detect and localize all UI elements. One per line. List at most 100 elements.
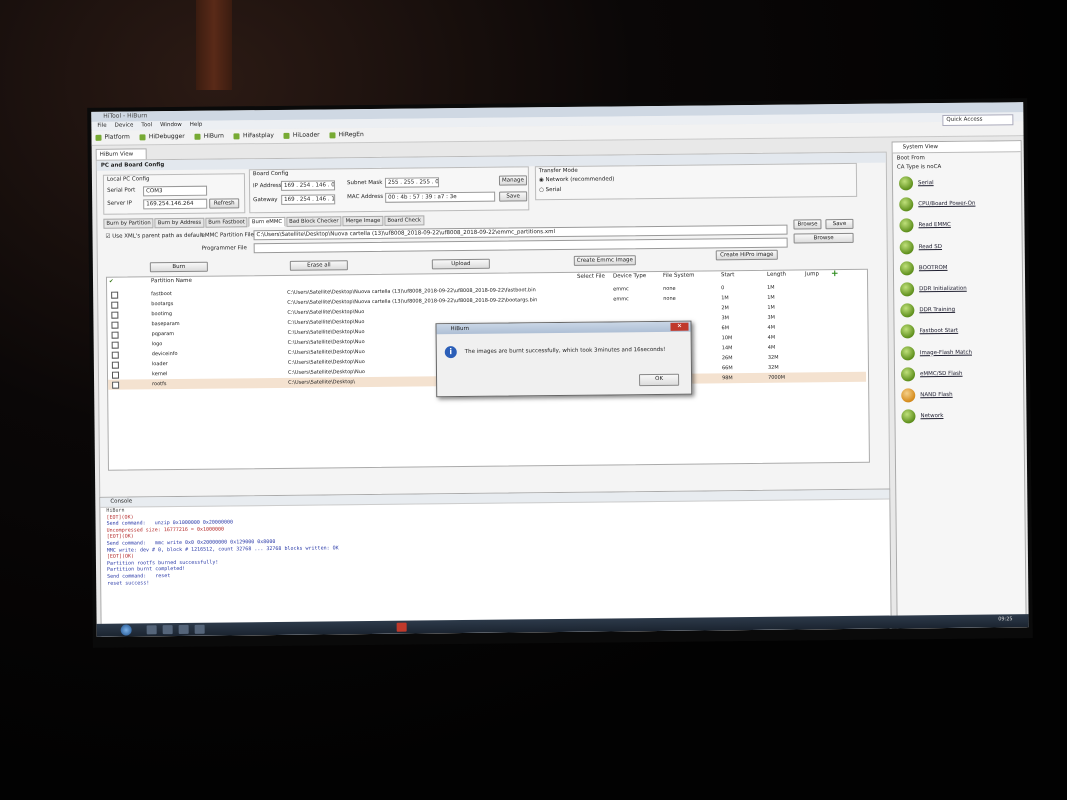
status-light-icon [899, 239, 914, 255]
tab-board-check[interactable]: Board Check [384, 215, 424, 226]
partition-file-label: eMMC Partition File [201, 232, 254, 239]
cell-name: pqparam [151, 331, 175, 338]
mac-label: MAC Address [347, 193, 384, 201]
row-checkbox[interactable] [111, 341, 119, 349]
tab-burn-by-address[interactable]: Burn by Address [154, 217, 205, 229]
boot-step[interactable]: DDR Training [900, 303, 955, 318]
close-icon[interactable]: ✕ [670, 322, 689, 331]
server-ip-select[interactable]: 169.254.146.264 [143, 198, 208, 210]
toolbar-button[interactable]: HiFastplay [233, 129, 274, 143]
taskbar-app-icon[interactable] [178, 624, 189, 635]
menu-item[interactable]: Tool [141, 122, 152, 128]
row-checkbox[interactable] [111, 291, 119, 299]
server-ip-label: Server IP [107, 200, 132, 207]
cell-name: loader [151, 361, 168, 368]
manage-button[interactable]: Manage [498, 175, 528, 186]
radio-network-label: Network (recommended) [545, 176, 615, 184]
create-emmc-image-button[interactable]: Create Emmc Image [573, 255, 636, 266]
radio-serial[interactable]: ○ Serial [539, 187, 561, 193]
quick-access-input[interactable]: Quick Access [942, 114, 1014, 126]
boot-step[interactable]: DDR Initialization [900, 282, 967, 297]
ok-button[interactable]: OK [639, 373, 680, 387]
cell-fs: none [663, 295, 676, 302]
select-all-check[interactable]: ✔ [109, 279, 114, 285]
col-start: Start [720, 272, 735, 279]
cell-name: kernel [151, 371, 168, 378]
taskbar-hiburn-icon[interactable] [396, 622, 407, 632]
boot-step-label: Read EMMC [918, 222, 951, 229]
tab-bad-block-checker[interactable]: Bad Block Checker [286, 216, 342, 227]
menu-item[interactable]: Help [190, 122, 203, 128]
start-button[interactable] [120, 624, 132, 636]
cell-start: 14M [721, 345, 733, 352]
boot-step[interactable]: Read SD [899, 239, 942, 255]
toolbar-label: HiRegEn [338, 131, 364, 139]
boot-step[interactable]: NAND Flash [901, 388, 953, 403]
burn-button[interactable]: Burn [149, 261, 208, 273]
refresh-button[interactable]: Refresh [209, 198, 240, 209]
row-checkbox[interactable] [111, 361, 119, 369]
boot-step-label: Network [920, 413, 944, 420]
toolbar-button[interactable]: HiLoader [283, 129, 320, 143]
col-select-file: Select File [576, 273, 605, 280]
cell-start: 0 [721, 285, 725, 292]
system-view-panel: System View Boot From CA Type is noCA Se… [891, 140, 1027, 631]
dialog-title: HiBurn [436, 321, 691, 335]
boot-from-label: Boot From [896, 155, 925, 162]
tab-burn-by-partition[interactable]: Burn by Partition [103, 218, 154, 229]
col-device-type: Device Type [612, 273, 647, 280]
burn-tabs: Burn by Partition Burn by Address Burn Fas… [103, 215, 425, 229]
toolbar-button[interactable]: HiRegEn [329, 128, 364, 142]
col-file-system: File System [662, 272, 695, 279]
row-checkbox[interactable] [111, 331, 119, 339]
radio-network[interactable]: ◉ Network (recommended) [539, 176, 614, 183]
add-row-icon[interactable]: + [831, 269, 839, 279]
ip-address-field[interactable]: 169 . 254 . 146 . 0 [280, 180, 336, 191]
boot-step[interactable]: Network [901, 409, 944, 424]
console-panel: Console HiBurn [EOT](OK) Send command: un… [99, 488, 892, 637]
toolbar-button[interactable]: HiDebugger [139, 130, 185, 144]
browse-programmer-button[interactable]: Browse [793, 232, 854, 244]
tab-burn-emmc[interactable]: Burn eMMC [248, 216, 286, 228]
save-config-button[interactable]: Save [499, 191, 528, 202]
row-checkbox[interactable] [111, 301, 119, 309]
row-checkbox[interactable] [111, 311, 119, 319]
browse-button[interactable]: Browse [793, 219, 822, 230]
gateway-field[interactable]: 169 . 254 . 146 . 1 [281, 194, 336, 205]
cell-start: 1M [721, 295, 729, 302]
use-xml-label: Use XML's parent path as default [112, 232, 204, 240]
taskbar-app-icon[interactable] [194, 624, 205, 634]
mac-field[interactable]: 00 : 4b : 57 : 39 : a7 : 3e [385, 191, 496, 203]
menu-item[interactable]: Device [115, 122, 134, 128]
erase-all-button[interactable]: Erase all [289, 260, 348, 271]
toolbar-button[interactable]: HiBurn [194, 130, 224, 144]
programmer-file-field[interactable] [253, 237, 788, 254]
success-dialog: HiBurn ✕ i The images are burnt successf… [435, 320, 693, 398]
toolbar-button[interactable]: Platform [95, 130, 130, 144]
boot-step[interactable]: CPU/Board Power-On [899, 197, 975, 212]
cell-name: logo [151, 341, 163, 348]
boot-step[interactable]: eMMC/SD Flash [900, 367, 963, 382]
tab-burn-fastboot[interactable]: Burn Fastboot [205, 217, 248, 228]
upload-button[interactable]: Upload [431, 258, 490, 270]
save-button[interactable]: Save [825, 218, 854, 230]
boot-step[interactable]: Read EMMC [899, 218, 951, 233]
row-checkbox[interactable] [111, 371, 120, 379]
boot-step[interactable]: Image-Flash Match [900, 345, 972, 361]
boot-step[interactable]: BOOTROM [899, 261, 948, 276]
row-checkbox[interactable] [112, 381, 120, 389]
use-xml-checkbox[interactable]: ☑ Use XML's parent path as default [106, 233, 204, 240]
boot-step[interactable]: Fastboot Start [900, 324, 959, 339]
subnet-field[interactable]: 255 . 255 . 255 . 0 [384, 177, 440, 188]
tab-merge-image[interactable]: Merge Image [342, 215, 384, 227]
row-checkbox[interactable] [111, 351, 119, 359]
menu-item[interactable]: File [97, 123, 106, 129]
boot-step-label: CPU/Board Power-On [918, 200, 976, 208]
serial-port-select[interactable]: COM3 [143, 185, 208, 197]
taskbar-app-icon[interactable] [146, 625, 157, 635]
boot-step[interactable]: Serial [898, 176, 934, 191]
taskbar-app-icon[interactable] [162, 625, 173, 635]
menu-item[interactable]: Window [160, 122, 182, 128]
row-checkbox[interactable] [111, 321, 119, 329]
create-hipro-image-button[interactable]: Create HiPro image [715, 249, 778, 261]
